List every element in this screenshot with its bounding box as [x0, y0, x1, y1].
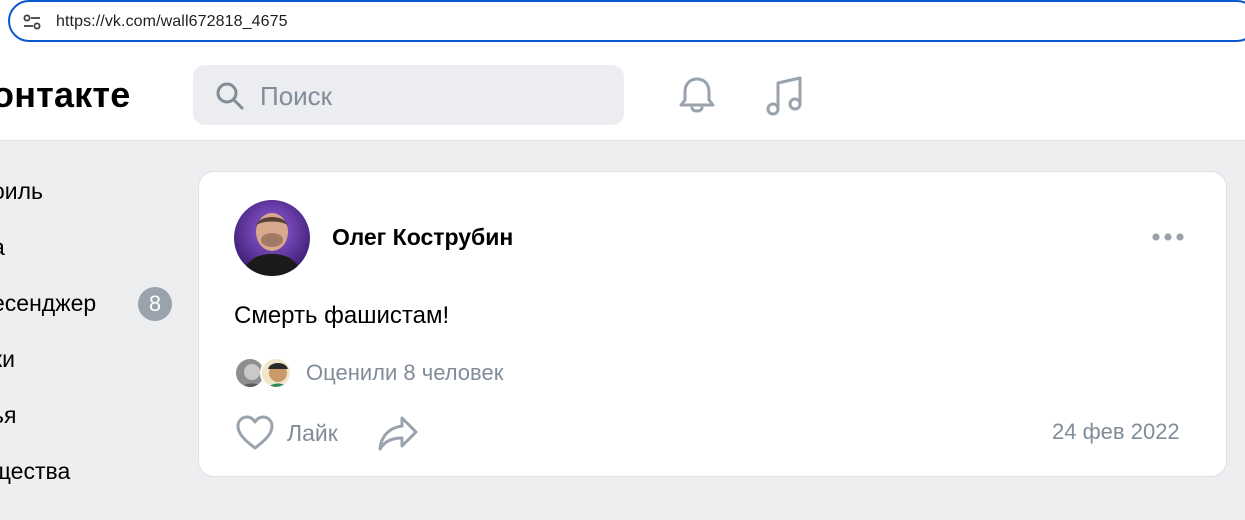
author-avatar[interactable] [234, 200, 310, 276]
bell-icon[interactable] [676, 74, 718, 116]
wall-post: Олег Кострубин Смерть фашистам! Оценили … [198, 171, 1227, 477]
liker-avatars[interactable] [234, 357, 294, 391]
search-input[interactable]: Поиск [193, 65, 624, 125]
sidebar-item-calls[interactable]: ки [0, 339, 182, 379]
share-icon[interactable] [377, 414, 419, 452]
likes-summary[interactable]: Оценили 8 человек [306, 360, 503, 386]
author-name[interactable]: Олег Кострубин [332, 224, 513, 251]
sidebar-item-friends[interactable]: ья [0, 395, 182, 435]
liker-avatar [260, 357, 292, 389]
search-icon [216, 82, 244, 110]
url-text[interactable]: https://vk.com/wall672818_4675 [56, 13, 288, 31]
sidebar-item-communities[interactable]: щества [0, 451, 182, 491]
heart-icon [236, 415, 274, 450]
browser-toolbar: https://vk.com/wall672818_4675 [0, 0, 1245, 50]
site-header: онтакте Поиск [0, 50, 1245, 141]
music-icon[interactable] [764, 74, 808, 118]
search-placeholder: Поиск [260, 81, 333, 111]
left-sidebar: оиль а есенджер 8 ки ья щества [0, 141, 190, 520]
messenger-badge: 8 [138, 287, 172, 321]
more-dots-icon[interactable] [1151, 230, 1185, 244]
tune-icon[interactable] [22, 12, 42, 32]
post-text: Смерть фашистам! [234, 302, 450, 329]
like-button[interactable]: Лайк [235, 412, 355, 456]
sidebar-item-profile[interactable]: оиль [0, 171, 182, 211]
address-bar[interactable]: https://vk.com/wall672818_4675 [8, 0, 1245, 42]
post-date[interactable]: 24 фев 2022 [1052, 419, 1180, 445]
sidebar-item-news[interactable]: а [0, 227, 182, 267]
logo-text[interactable]: онтакте [0, 74, 130, 116]
like-label: Лайк [287, 420, 338, 446]
